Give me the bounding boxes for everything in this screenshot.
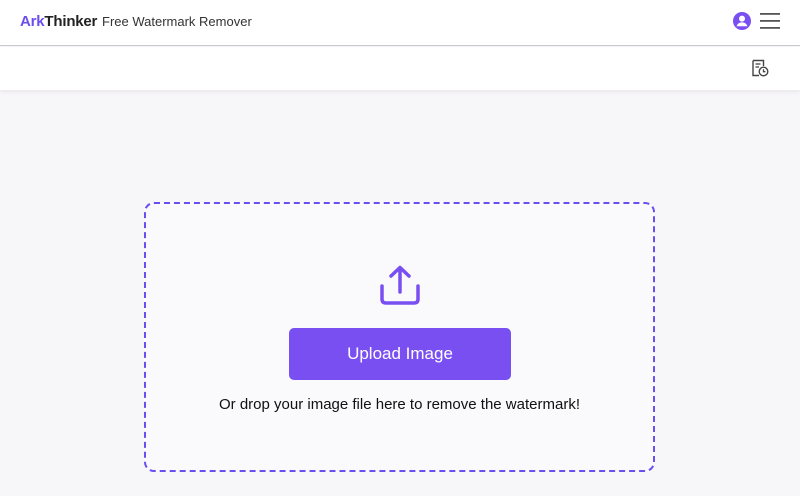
upload-image-button[interactable]: Upload Image: [289, 328, 511, 380]
arkthinker-logo[interactable]: ArkThinker: [20, 13, 97, 30]
history-icon[interactable]: [750, 58, 770, 78]
logo-ark-text: Ark: [20, 13, 45, 30]
logo-thinker-text: Thinker: [44, 13, 98, 30]
user-circle-icon[interactable]: [733, 12, 751, 30]
secondary-toolbar: [0, 47, 800, 90]
product-title: Free Watermark Remover: [102, 14, 252, 29]
hamburger-menu-icon[interactable]: [760, 12, 780, 30]
upload-icon: [380, 265, 420, 305]
top-navigation-bar: ArkThinker Free Watermark Remover: [0, 0, 800, 46]
drop-hint-text: Or drop your image file here to remove t…: [219, 396, 580, 413]
image-drop-zone[interactable]: Upload Image Or drop your image file her…: [144, 202, 655, 472]
